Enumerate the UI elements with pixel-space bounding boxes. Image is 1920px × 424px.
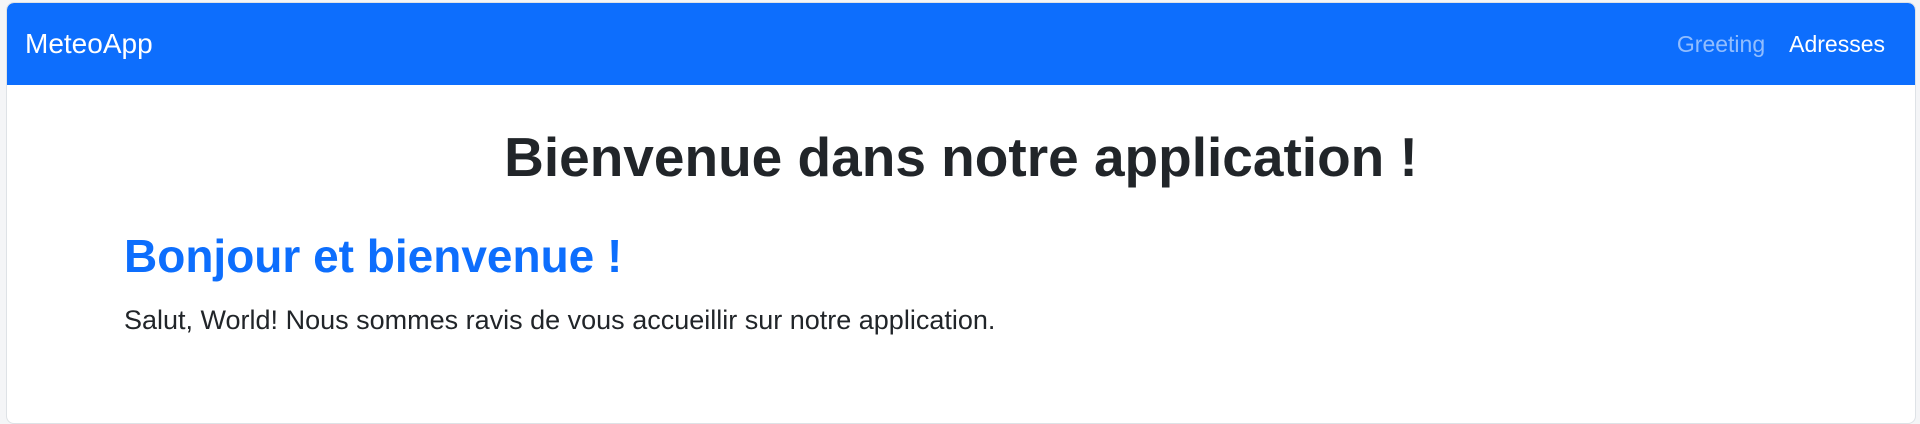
nav-link-adresses[interactable]: Adresses [1789, 32, 1885, 56]
main-content: Bienvenue dans notre application ! Bonjo… [7, 85, 1915, 423]
page-title: Bienvenue dans notre application ! [504, 126, 1418, 188]
greeting-section: Bonjour et bienvenue ! Salut, World! Nou… [124, 231, 1798, 339]
app-window: MeteoApp Greeting Adresses Bienvenue dan… [6, 2, 1916, 424]
top-navbar: MeteoApp Greeting Adresses [7, 3, 1915, 85]
greeting-text: Salut, World! Nous sommes ravis de vous … [124, 304, 996, 335]
brand-link[interactable]: MeteoApp [25, 30, 153, 58]
nav-link-greeting[interactable]: Greeting [1677, 32, 1765, 56]
nav-links: Greeting Adresses [1677, 32, 1897, 56]
greeting-heading: Bonjour et bienvenue ! [124, 230, 623, 282]
